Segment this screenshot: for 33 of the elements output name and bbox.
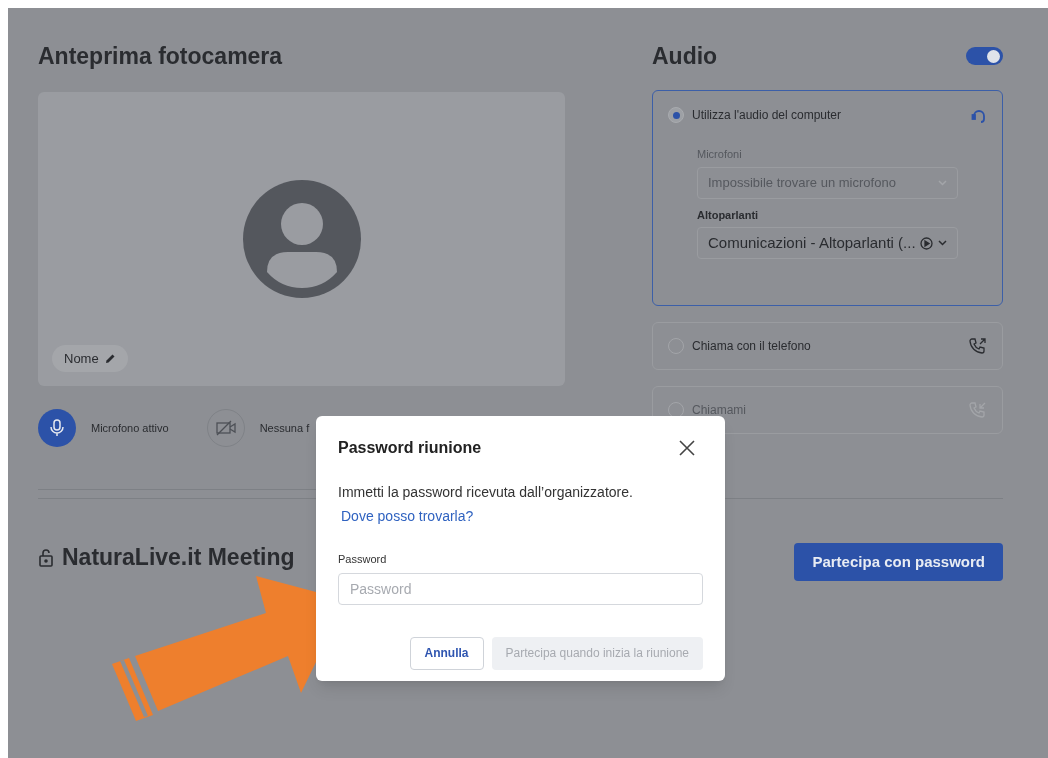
field-label: Password [338, 552, 388, 567]
field-label: Microfoni [697, 147, 743, 162]
audio-option-card[interactable]: Chiama con il telefono [652, 322, 1003, 370]
audio-toggle[interactable] [966, 47, 1003, 65]
section-title: Audio [652, 42, 718, 70]
lock-icon [38, 547, 54, 567]
cancel-button[interactable]: Annulla [409, 636, 484, 670]
option-label: Utilizza l'audio del computer [692, 107, 842, 124]
headset-icon [971, 107, 987, 123]
chevron-down-icon [938, 240, 947, 246]
option-label: Chiama con il telefono [692, 338, 811, 355]
dialog-title: Password riunione [338, 438, 482, 458]
meeting-title: NaturaLive.it Meeting [62, 543, 295, 572]
radio-button[interactable] [668, 107, 684, 123]
speaker-select[interactable]: Comunicazioni - Altoparlanti (... [697, 227, 958, 259]
phone-icon [969, 337, 987, 355]
section-title: Anteprima fotocamera [38, 42, 284, 70]
field-label: Altoparlanti [697, 207, 760, 223]
camera-off-icon [215, 420, 236, 436]
control-label: Nessuna f [259, 420, 310, 436]
pencil-icon [104, 352, 116, 364]
play-icon[interactable] [920, 236, 933, 250]
join-with-password-button[interactable]: Partecipa con password [794, 543, 1003, 581]
dialog-message: Immetti la password ricevuta dall’organizzatore. [338, 483, 634, 502]
option-label: Chiamami [692, 402, 746, 419]
microphone-toggle-button[interactable] [38, 409, 76, 447]
password-field[interactable]: Password [338, 572, 703, 605]
control-label: Microfono attivo [91, 420, 169, 436]
microphone-icon [50, 419, 64, 437]
name-edit-button[interactable]: Nome [52, 344, 128, 372]
close-icon[interactable] [679, 440, 695, 456]
avatar-icon [242, 180, 361, 298]
help-link[interactable]: Dove posso trovarla? [341, 506, 474, 527]
